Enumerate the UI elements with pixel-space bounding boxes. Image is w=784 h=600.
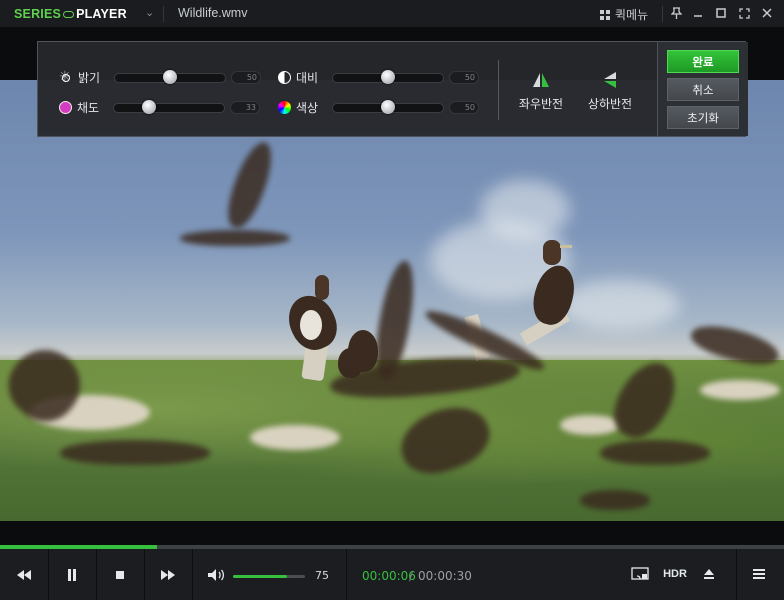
brightness-slider[interactable]: [114, 69, 226, 84]
contrast-icon: [278, 71, 291, 84]
volume-slider[interactable]: [233, 575, 305, 578]
pause-icon: [68, 568, 76, 581]
hue-icon: [278, 101, 291, 114]
contrast-slider[interactable]: [332, 69, 444, 84]
flip-vertical-label: 상하반전: [587, 97, 633, 111]
flip-horizontal-icon: [533, 73, 549, 87]
time-separator: /: [409, 569, 414, 583]
maximize-icon[interactable]: [713, 5, 729, 21]
brightness-icon: [59, 69, 73, 85]
saturation-slider[interactable]: [113, 99, 225, 114]
logo-link-icon: [63, 10, 75, 18]
done-button[interactable]: 완료: [667, 50, 739, 73]
control-divider: [346, 549, 347, 600]
fast-forward-icon: [161, 569, 175, 580]
hamburger-menu-icon: [753, 569, 765, 579]
saturation-label: 채도: [77, 101, 100, 115]
flip-horizontal-button[interactable]: 좌우반전: [506, 69, 576, 112]
video-frame[interactable]: [0, 80, 784, 521]
hue-slider-thumb[interactable]: [381, 99, 395, 114]
panel-button-column: 완료 취소 초기화: [657, 42, 748, 136]
brightness-value: 50: [231, 71, 261, 84]
file-name: Wildlife.wmv: [178, 6, 248, 20]
rewind-button[interactable]: [0, 549, 49, 600]
title-divider: [163, 6, 164, 22]
saturation-icon: [59, 101, 72, 114]
brightness-slider-thumb[interactable]: [163, 69, 177, 84]
app-logo[interactable]: SERIES PLAYER: [14, 6, 127, 22]
logo-series: SERIES: [14, 7, 62, 21]
title-divider: [662, 6, 663, 22]
contrast-slider-thumb[interactable]: [381, 69, 395, 84]
saturation-value: 33: [230, 101, 260, 114]
volume-slider-fill: [233, 575, 287, 578]
contrast-row: 대비 50: [278, 69, 479, 86]
contrast-value: 50: [449, 71, 479, 84]
saturation-row: 채도 33: [59, 99, 260, 116]
hue-value: 50: [449, 101, 479, 114]
rewind-icon: [17, 569, 31, 580]
eject-button[interactable]: [700, 564, 718, 584]
panel-divider: [498, 60, 499, 120]
current-time: 00:00:06: [362, 569, 416, 583]
control-divider: [192, 549, 193, 600]
close-icon[interactable]: [759, 5, 775, 21]
flip-vertical-icon: [604, 72, 616, 88]
letterbox-bottom: [0, 521, 784, 545]
flip-horizontal-label: 좌우반전: [518, 97, 564, 111]
control-bar: 75 00:00:06 / 00:00:30 HDR: [0, 549, 784, 600]
saturation-slider-thumb[interactable]: [142, 99, 157, 114]
pause-button[interactable]: [48, 549, 97, 600]
control-divider: [736, 549, 737, 600]
chevron-down-icon[interactable]: ⌄: [145, 6, 154, 19]
flip-vertical-button[interactable]: 상하반전: [575, 69, 645, 112]
stop-button[interactable]: [96, 549, 145, 600]
brightness-row: 밝기 50: [59, 69, 261, 86]
menu-button[interactable]: [749, 564, 769, 584]
minimize-icon[interactable]: [690, 5, 706, 21]
title-bar: SERIES PLAYER ⌄ Wildlife.wmv 퀵메뉴: [0, 0, 784, 28]
quick-menu-label: 퀵메뉴: [615, 8, 649, 22]
hue-label: 색상: [296, 101, 319, 115]
pin-icon[interactable]: [668, 5, 684, 21]
grid-icon: [600, 9, 610, 20]
cast-icon: [631, 567, 649, 580]
total-time: 00:00:30: [418, 569, 472, 583]
brightness-label: 밝기: [78, 71, 101, 85]
cancel-button[interactable]: 취소: [667, 78, 739, 101]
fullscreen-icon[interactable]: [736, 5, 752, 21]
quick-menu-button[interactable]: 퀵메뉴: [600, 6, 648, 23]
stop-icon: [116, 570, 124, 579]
logo-player: PLAYER: [76, 7, 127, 21]
volume-icon[interactable]: [207, 568, 227, 586]
reset-button[interactable]: 초기화: [667, 106, 739, 129]
eject-icon: [704, 569, 714, 579]
hue-row: 색상 50: [278, 99, 479, 116]
cast-button[interactable]: [630, 564, 650, 584]
hdr-button[interactable]: HDR: [660, 564, 690, 584]
volume-value: 75: [315, 569, 329, 582]
hue-slider[interactable]: [332, 99, 444, 114]
contrast-label: 대비: [296, 71, 319, 85]
fast-forward-button[interactable]: [144, 549, 193, 600]
video-adjust-panel: 밝기 50 채도 33 대비 50 색상 50 좌우반전: [37, 41, 748, 137]
